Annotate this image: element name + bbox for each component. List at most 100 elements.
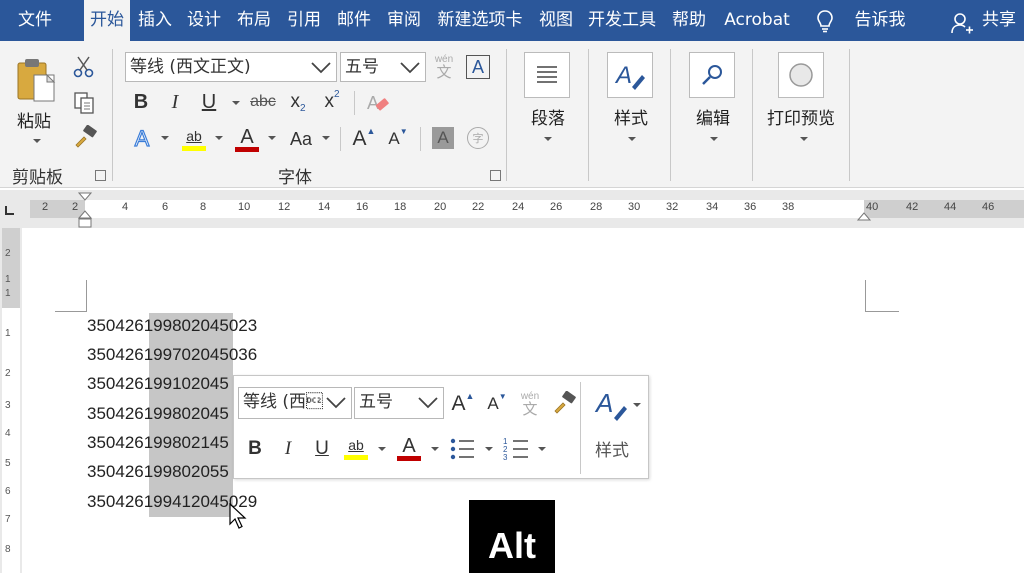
subscript-button[interactable]: x2	[286, 89, 310, 115]
mini-underline-button[interactable]: U	[311, 436, 333, 462]
enclose-characters-button[interactable]: 字	[467, 127, 489, 149]
horizontal-ruler[interactable]: 2 2 4 6 8 10 12 14 16 18 20 22 24 26 28 30 32 34 36 38 40 42 4…	[30, 200, 1024, 218]
mini-font-size-combo[interactable]: 五号	[354, 387, 444, 419]
underline-dropdown-caret[interactable]	[232, 101, 240, 105]
tab-7[interactable]: 审阅	[380, 0, 428, 41]
document-line[interactable]: 350426199102045	[87, 374, 229, 394]
document-line[interactable]: 350426199802045023	[87, 316, 257, 336]
mini-format-painter-icon[interactable]	[551, 391, 577, 415]
mini-shrink-font-button[interactable]: A ▼	[484, 390, 510, 418]
mini-grow-font-button[interactable]: A ▲	[450, 390, 476, 418]
paste-dropdown-caret[interactable]	[33, 139, 41, 143]
document-line[interactable]: 350426199802045	[87, 404, 229, 424]
numbering-icon[interactable]: 1 2 3	[502, 436, 530, 462]
tab-selector-icon[interactable]	[4, 204, 16, 216]
editing-button[interactable]	[689, 52, 735, 98]
document-line[interactable]: 350426199702045036	[87, 345, 257, 365]
text-effects-caret[interactable]	[161, 136, 169, 140]
print-preview-label[interactable]: 打印预览	[763, 104, 839, 129]
paragraph-label[interactable]: 段落	[524, 104, 572, 129]
tab-6[interactable]: 邮件	[330, 0, 378, 41]
highlight-caret[interactable]	[215, 136, 223, 140]
tab-10[interactable]: 开发工具	[582, 0, 662, 41]
font-color-caret[interactable]	[268, 136, 276, 140]
document-line[interactable]: 350426199802145	[87, 433, 229, 453]
share-button[interactable]: 共享	[978, 0, 1020, 41]
vertical-ruler-tick-label: 6	[5, 486, 11, 497]
paste-label[interactable]: 粘贴	[14, 107, 54, 132]
vertical-ruler[interactable]: 2 1 1 1 2 3 4 5 6 7 8	[0, 228, 22, 573]
change-case-caret[interactable]	[322, 136, 330, 140]
mini-font-color-button[interactable]: A	[396, 434, 422, 462]
print-preview-caret[interactable]	[800, 137, 808, 141]
grow-font-button[interactable]: A ▲	[352, 125, 376, 153]
chevron-down-icon[interactable]	[399, 59, 421, 75]
mini-styles-icon[interactable]: A	[594, 384, 634, 424]
bullets-caret[interactable]	[485, 447, 493, 451]
tab-8[interactable]: 新建选项卡	[430, 0, 530, 41]
character-border-button[interactable]: A	[466, 55, 490, 79]
tab-4[interactable]: 布局	[230, 0, 278, 41]
superscript-button[interactable]: x2	[320, 89, 344, 115]
change-case-button[interactable]: Aa	[286, 125, 316, 153]
mini-styles-label[interactable]: 样式	[589, 436, 635, 461]
clipboard-dialog-launcher[interactable]	[95, 170, 106, 181]
print-preview-button[interactable]	[778, 52, 824, 98]
bullets-icon[interactable]	[448, 436, 476, 462]
copy-icon[interactable]	[72, 91, 96, 115]
right-indent-marker-icon[interactable]	[857, 211, 871, 221]
font-color-button[interactable]: A	[234, 125, 260, 153]
lightbulb-icon[interactable]	[814, 9, 836, 33]
superscript-base: x	[324, 91, 334, 112]
bold-button[interactable]: B	[130, 89, 152, 115]
strikethrough-button[interactable]: abc	[248, 89, 278, 115]
mini-font-name-combo[interactable]: 等线 (西	[238, 387, 352, 419]
character-shading-button[interactable]: A	[432, 127, 454, 149]
tab-11[interactable]: 帮助	[664, 0, 714, 41]
clear-formatting-icon[interactable]: A	[366, 91, 390, 115]
mini-highlight-button[interactable]: ab	[343, 434, 369, 462]
shrink-font-button[interactable]: A ▼	[386, 125, 410, 153]
format-painter-icon[interactable]	[72, 125, 98, 149]
document-line[interactable]: 350426199802055	[87, 462, 229, 482]
font-size-combo[interactable]: 五号	[340, 52, 426, 82]
paste-icon[interactable]	[14, 57, 60, 105]
tab-12[interactable]: Acrobat	[716, 0, 798, 41]
styles-label[interactable]: 样式	[607, 104, 655, 129]
font-name-combo[interactable]: 等线 (西文正文)	[125, 52, 337, 82]
tab-1[interactable]: 开始	[84, 0, 130, 41]
tab-5[interactable]: 引用	[280, 0, 328, 41]
tell-me-box[interactable]: 告诉我	[850, 0, 910, 41]
tab-2[interactable]: 插入	[132, 0, 178, 41]
mini-bold-button[interactable]: B	[244, 436, 266, 462]
editing-caret[interactable]	[710, 137, 718, 141]
numbering-caret[interactable]	[538, 447, 546, 451]
ruler-tick-label: 12	[278, 201, 291, 213]
styles-caret[interactable]	[628, 137, 636, 141]
chevron-down-icon[interactable]	[417, 394, 439, 410]
underline-button[interactable]: U	[198, 89, 220, 115]
styles-button[interactable]: A	[607, 52, 653, 98]
phonetic-guide-button[interactable]: wén 文	[432, 52, 456, 82]
share-user-icon[interactable]	[950, 11, 974, 35]
indent-marker-icon[interactable]	[78, 192, 92, 228]
text-effects-button[interactable]: A	[130, 125, 154, 153]
mini-italic-button[interactable]: I	[277, 436, 299, 462]
tab-9[interactable]: 视图	[532, 0, 580, 41]
tab-0[interactable]: 文件	[0, 0, 70, 41]
cut-icon[interactable]	[72, 55, 96, 79]
highlight-button[interactable]: ab	[181, 125, 207, 153]
paragraph-caret[interactable]	[544, 137, 552, 141]
vertical-ruler-tick-label: 1	[5, 274, 11, 285]
mini-highlight-caret[interactable]	[378, 447, 386, 451]
mini-phonetic-guide-button[interactable]: wén 文	[518, 389, 542, 419]
paragraph-button[interactable]	[524, 52, 570, 98]
mini-styles-caret[interactable]	[633, 403, 641, 407]
italic-button[interactable]: I	[164, 89, 186, 115]
font-dialog-launcher[interactable]	[490, 170, 501, 181]
chevron-down-icon[interactable]	[325, 394, 347, 410]
chevron-down-icon[interactable]	[310, 59, 332, 75]
tab-3[interactable]: 设计	[180, 0, 228, 41]
mini-font-color-caret[interactable]	[431, 447, 439, 451]
editing-label[interactable]: 编辑	[689, 104, 737, 129]
